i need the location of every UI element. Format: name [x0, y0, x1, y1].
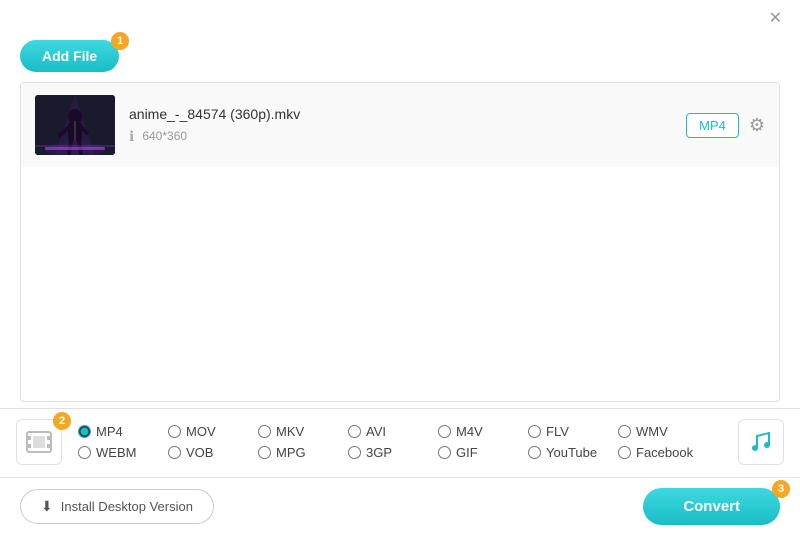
download-icon: ⬇: [41, 498, 53, 515]
settings-button[interactable]: ⚙: [749, 115, 765, 136]
install-button[interactable]: ⬇ Install Desktop Version: [20, 489, 214, 524]
format-section: 2 MP4 MOV MKV AVI M4V: [0, 408, 800, 475]
format-vob-radio[interactable]: [168, 446, 181, 459]
format-gif[interactable]: GIF: [438, 445, 528, 460]
toolbar: Add File 1: [0, 36, 800, 82]
add-file-button[interactable]: Add File 1: [20, 40, 119, 72]
convert-label: Convert: [683, 498, 740, 515]
format-row-2: WEBM VOB MPG 3GP GIF YouTube: [78, 445, 722, 460]
file-info: anime_-_84574 (360p).mkv ℹ 640*360: [129, 106, 686, 145]
format-youtube[interactable]: YouTube: [528, 445, 618, 460]
format-avi[interactable]: AVI: [348, 424, 438, 439]
install-label: Install Desktop Version: [61, 499, 193, 514]
close-button[interactable]: ✕: [763, 6, 788, 30]
format-badge-button[interactable]: MP4: [686, 113, 739, 138]
format-flv-radio[interactable]: [528, 425, 541, 438]
file-item: anime_-_84574 (360p).mkv ℹ 640*360 MP4 ⚙: [21, 83, 779, 167]
format-flv[interactable]: FLV: [528, 424, 618, 439]
format-3gp[interactable]: 3GP: [348, 445, 438, 460]
format-mp4[interactable]: MP4: [78, 424, 168, 439]
format-gif-radio[interactable]: [438, 446, 451, 459]
format-m4v[interactable]: M4V: [438, 424, 528, 439]
format-webm[interactable]: WEBM: [78, 445, 168, 460]
file-thumbnail: [35, 95, 115, 155]
music-format-icon: [738, 419, 784, 465]
format-facebook[interactable]: Facebook: [618, 445, 708, 460]
add-file-badge: 1: [111, 32, 129, 50]
format-mkv-radio[interactable]: [258, 425, 271, 438]
file-meta: ℹ 640*360: [129, 128, 686, 145]
format-mov-radio[interactable]: [168, 425, 181, 438]
format-wmv-radio[interactable]: [618, 425, 631, 438]
format-avi-radio[interactable]: [348, 425, 361, 438]
format-3gp-radio[interactable]: [348, 446, 361, 459]
format-youtube-radio[interactable]: [528, 446, 541, 459]
format-row-1: MP4 MOV MKV AVI M4V FLV: [78, 424, 722, 439]
format-webm-radio[interactable]: [78, 446, 91, 459]
file-actions: MP4 ⚙: [686, 113, 765, 138]
format-mp4-radio[interactable]: [78, 425, 91, 438]
file-list: anime_-_84574 (360p).mkv ℹ 640*360 MP4 ⚙: [20, 82, 780, 402]
info-icon: ℹ: [129, 128, 134, 145]
bottom-bar: ⬇ Install Desktop Version Convert 3: [0, 477, 800, 535]
format-mpg[interactable]: MPG: [258, 445, 348, 460]
format-facebook-radio[interactable]: [618, 446, 631, 459]
format-mpg-radio[interactable]: [258, 446, 271, 459]
convert-badge: 3: [772, 480, 790, 498]
format-vob[interactable]: VOB: [168, 445, 258, 460]
format-grid-container: MP4 MOV MKV AVI M4V FLV: [78, 424, 722, 460]
add-file-label: Add File: [42, 48, 97, 64]
format-mov[interactable]: MOV: [168, 424, 258, 439]
file-resolution: 640*360: [142, 129, 187, 143]
file-name: anime_-_84574 (360p).mkv: [129, 106, 686, 122]
title-bar: ✕: [0, 0, 800, 36]
format-wmv[interactable]: WMV: [618, 424, 708, 439]
format-section-badge: 2: [53, 412, 71, 430]
format-m4v-radio[interactable]: [438, 425, 451, 438]
video-format-icon: 2: [16, 419, 62, 465]
format-mkv[interactable]: MKV: [258, 424, 348, 439]
convert-button[interactable]: Convert 3: [643, 488, 780, 525]
